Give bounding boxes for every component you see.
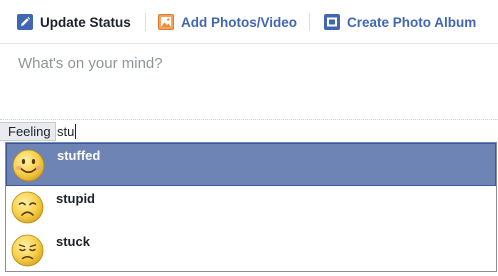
suggestion-stuck[interactable]: stuck	[6, 229, 496, 272]
tab-create-photo-album[interactable]: Create Photo Album	[324, 12, 476, 32]
feeling-label: Feeling	[0, 122, 56, 141]
tab-update-status-label: Update Status	[40, 14, 131, 30]
status-composer: Update Status Add Photos/Video Create Ph…	[0, 0, 498, 120]
suggestion-stuffed[interactable]: stuffed	[6, 143, 496, 186]
tab-divider	[309, 13, 310, 31]
pencil-icon	[17, 14, 33, 30]
suggestion-label: stuck	[56, 234, 90, 249]
feeling-search-input[interactable]	[55, 122, 487, 141]
tab-add-photos-video-label: Add Photos/Video	[181, 14, 298, 30]
status-input-placeholder[interactable]: What's on your mind?	[18, 55, 163, 72]
sad-face-icon	[11, 234, 44, 267]
feeling-suggestions-list: stuffed stupid stuck	[5, 142, 497, 272]
text-caret	[75, 124, 76, 139]
tab-update-status[interactable]: Update Status	[17, 12, 131, 32]
tab-create-photo-album-label: Create Photo Album	[347, 14, 477, 30]
tab-add-photos-video[interactable]: Add Photos/Video	[158, 12, 297, 32]
tab-divider	[145, 13, 146, 31]
album-icon	[324, 14, 340, 30]
suggestion-stupid[interactable]: stupid	[6, 186, 496, 229]
feeling-bar: Feeling	[0, 122, 498, 141]
suggestion-label: stuffed	[57, 148, 101, 163]
smiling-face-icon	[12, 149, 45, 182]
suggestion-label: stupid	[56, 191, 95, 206]
composer-tabs: Update Status Add Photos/Video Create Ph…	[0, 0, 498, 44]
photo-icon	[158, 14, 174, 30]
frowning-face-icon	[11, 191, 44, 224]
